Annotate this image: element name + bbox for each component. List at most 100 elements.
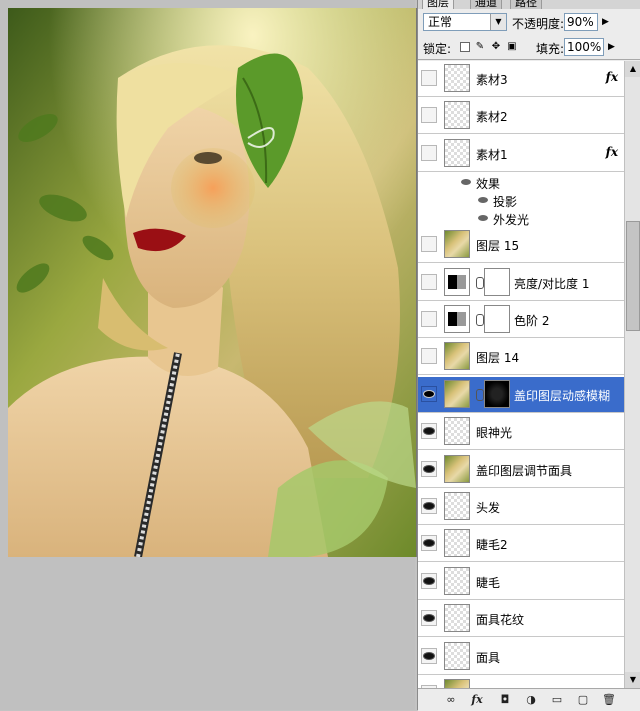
layer-row[interactable]: 睫毛 — [418, 563, 624, 600]
document-image[interactable] — [8, 8, 417, 557]
layer-row[interactable]: 素材3 fx — [418, 61, 624, 97]
opacity-input[interactable]: 90% — [564, 13, 598, 31]
adjustment-layer-icon[interactable]: ◑ — [524, 693, 538, 707]
layer-row[interactable]: 头发 — [418, 489, 624, 525]
layer-mask-thumbnail[interactable] — [484, 305, 510, 333]
add-mask-icon[interactable]: ◘ — [498, 693, 512, 707]
visibility-eye-icon[interactable] — [421, 535, 437, 552]
layer-mask-thumbnail[interactable] — [484, 379, 510, 408]
lock-all-icon[interactable]: ▣ — [507, 42, 517, 52]
layer-name[interactable]: 素材2 — [476, 108, 508, 125]
visibility-eye-icon[interactable] — [421, 610, 437, 627]
layer-name[interactable]: 素材1 — [476, 146, 508, 163]
layer-thumbnail[interactable] — [444, 604, 470, 633]
layer-style-icon[interactable]: fx — [470, 693, 484, 707]
visibility-eye-icon[interactable] — [421, 107, 437, 124]
layer-name[interactable]: 面具花纹 — [476, 611, 524, 628]
layer-row[interactable]: 色阶 2 — [418, 302, 624, 338]
tab-paths[interactable]: 路径 — [510, 0, 542, 9]
effects-header-row[interactable]: 效果 — [418, 173, 624, 192]
new-layer-icon[interactable]: ▢ — [576, 693, 590, 707]
link-layers-icon[interactable]: ∞ — [444, 693, 458, 707]
layer-name[interactable]: 色阶 2 — [514, 312, 549, 329]
layer-row[interactable]: 素材2 — [418, 98, 624, 135]
tab-channels[interactable]: 通道 — [470, 0, 502, 9]
layer-name[interactable]: 盖印图层调节面具 — [476, 462, 572, 479]
layer-thumbnail[interactable] — [444, 101, 470, 130]
mask-link-icon[interactable] — [476, 276, 484, 289]
visibility-eye-icon[interactable] — [421, 498, 437, 514]
layer-row[interactable]: 素材1 fx — [418, 135, 624, 172]
layer-row[interactable]: 睫毛2 — [418, 526, 624, 563]
chevron-down-icon[interactable]: ▼ — [490, 14, 506, 30]
layer-name[interactable]: 亮度/对比度 1 — [514, 275, 590, 292]
lock-image-pixels-icon[interactable]: ✎ — [475, 42, 485, 52]
layer-effects-icon[interactable]: fx — [606, 145, 618, 159]
layer-name[interactable]: 眼神光 — [476, 424, 512, 441]
fill-input[interactable]: 100% — [564, 38, 604, 56]
new-group-icon[interactable]: ▭ — [550, 693, 564, 707]
layer-row[interactable]: 面具花纹 — [418, 601, 624, 638]
effect-visibility-eye-icon[interactable] — [478, 215, 488, 222]
effect-item-row[interactable]: 投影 — [418, 191, 624, 210]
layer-thumbnail[interactable] — [444, 379, 470, 408]
layer-list-scrollbar[interactable]: ▲ ▼ — [624, 61, 640, 688]
layer-name[interactable]: 图层 14 — [476, 349, 519, 366]
opacity-slider-arrow-icon[interactable]: ▶ — [602, 17, 609, 27]
visibility-eye-icon[interactable] — [421, 385, 437, 402]
document-canvas-area[interactable] — [0, 0, 417, 710]
scroll-down-icon[interactable]: ▼ — [625, 672, 640, 688]
effect-item-row[interactable]: 外发光 — [418, 209, 624, 228]
visibility-eye-icon[interactable] — [421, 311, 437, 327]
scroll-up-icon[interactable]: ▲ — [625, 61, 640, 77]
layer-thumbnail[interactable] — [444, 64, 470, 92]
layer-name[interactable]: 素材3 — [476, 71, 508, 88]
layer-mask-thumbnail[interactable] — [484, 267, 510, 296]
lock-transparent-pixels-icon[interactable] — [460, 42, 470, 52]
effect-visibility-eye-icon[interactable] — [461, 179, 471, 186]
mask-link-icon[interactable] — [476, 388, 484, 401]
layer-thumbnail[interactable] — [444, 267, 470, 296]
layer-name[interactable]: 睫毛2 — [476, 536, 508, 553]
layer-row[interactable]: 盖印图层动感模糊 — [418, 376, 624, 413]
tab-layers[interactable]: 图层 — [422, 0, 454, 9]
layer-thumbnail[interactable] — [444, 492, 470, 520]
scroll-thumb[interactable] — [626, 221, 640, 331]
layer-row[interactable]: 图层 15 — [418, 227, 624, 264]
layer-name[interactable]: 图层 15 — [476, 237, 519, 254]
layer-row[interactable]: 亮度/对比度 1 — [418, 264, 624, 301]
layer-row[interactable]: 面具 — [418, 638, 624, 675]
mask-link-icon[interactable] — [476, 314, 484, 326]
layer-thumbnail[interactable] — [444, 679, 470, 688]
layer-thumbnail[interactable] — [444, 230, 470, 259]
fill-slider-arrow-icon[interactable]: ▶ — [608, 42, 615, 52]
visibility-eye-icon[interactable] — [421, 70, 437, 86]
layer-thumbnail[interactable] — [444, 417, 470, 446]
layer-thumbnail[interactable] — [444, 305, 470, 333]
layer-list[interactable]: 素材3 fx 素材2 素材1 fx 效果 投影 外发光图层 15 亮度/对比度 1 色阶 2 图层 … — [418, 61, 624, 688]
layer-name[interactable]: 头发 — [476, 499, 500, 516]
layer-effects-icon[interactable]: fx — [606, 70, 618, 84]
layer-row[interactable]: 盖印图层调节面具 — [418, 451, 624, 488]
layer-name[interactable]: 盖印图层动感模糊 — [514, 387, 610, 404]
layer-name[interactable]: 面具 — [476, 649, 500, 666]
visibility-eye-icon[interactable] — [421, 572, 437, 589]
lock-position-icon[interactable]: ✥ — [491, 42, 501, 52]
delete-layer-icon[interactable]: 🗑 — [602, 693, 616, 707]
layer-row[interactable]: 图加调手具附阴影 — [418, 676, 624, 688]
layer-thumbnail[interactable] — [444, 566, 470, 595]
layer-thumbnail[interactable] — [444, 138, 470, 167]
visibility-eye-icon[interactable] — [421, 144, 437, 161]
visibility-eye-icon[interactable] — [421, 460, 437, 477]
visibility-eye-icon[interactable] — [421, 647, 437, 664]
layer-thumbnail[interactable] — [444, 529, 470, 558]
layer-thumbnail[interactable] — [444, 641, 470, 670]
layer-thumbnail[interactable] — [444, 454, 470, 483]
visibility-eye-icon[interactable] — [421, 348, 437, 365]
visibility-eye-icon[interactable] — [421, 423, 437, 440]
effect-visibility-eye-icon[interactable] — [478, 197, 488, 204]
layer-row[interactable]: 眼神光 — [418, 414, 624, 451]
blend-mode-select[interactable]: 正常 ▼ — [423, 13, 507, 31]
visibility-eye-icon[interactable] — [421, 273, 437, 290]
layer-row[interactable]: 图层 14 — [418, 339, 624, 376]
